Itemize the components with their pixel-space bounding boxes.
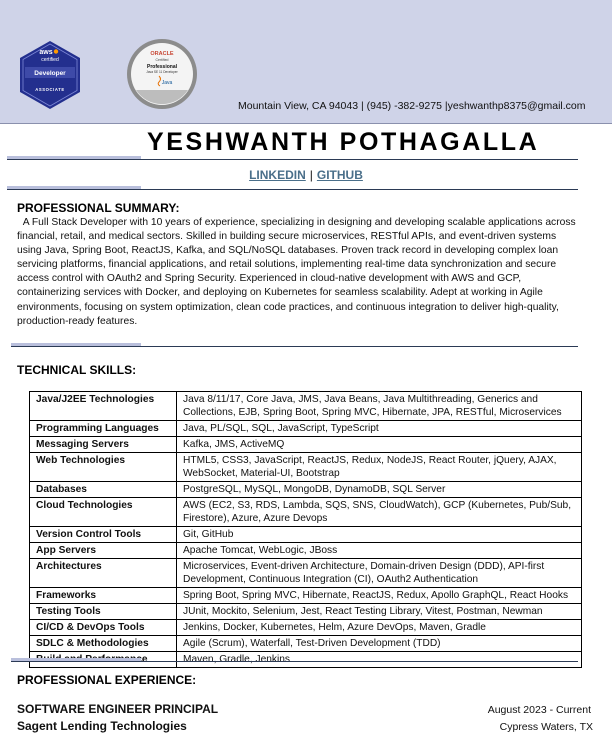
skills-row: Version Control Tools Git, GitHub: [29, 526, 582, 543]
skills-heading: TECHNICAL SKILLS:: [17, 363, 137, 377]
contact-line: Mountain View, CA 94043 | (945) -382-927…: [238, 100, 586, 112]
skill-values: Jenkins, Docker, Kubernetes, Helm, Azure…: [176, 619, 582, 636]
skill-category: CI/CD & DevOps Tools: [29, 619, 177, 636]
skill-values: Agile (Scrum), Waterfall, Test-Driven De…: [176, 635, 582, 652]
aws-certified-developer-badge: aws certified Developer ASSOCIATE: [20, 41, 80, 109]
aws-badge-level: ASSOCIATE: [35, 87, 65, 92]
skills-divider: [11, 661, 578, 662]
summary-heading: PROFESSIONAL SUMMARY:: [17, 201, 180, 215]
skills-row: App Servers Apache Tomcat, WebLogic, JBos…: [29, 542, 582, 559]
skills-row: Java/J2EE Technologies Java 8/11/17, Core…: [29, 391, 582, 421]
links-divider: [7, 189, 578, 190]
skill-values: Apache Tomcat, WebLogic, JBoss: [176, 542, 582, 559]
contact-location: Mountain View, CA 94043: [238, 100, 359, 112]
skill-category: Testing Tools: [29, 603, 177, 620]
skill-values: AWS (EC2, S3, RDS, Lambda, SQS, SNS, Clo…: [176, 497, 582, 527]
skills-table: Java/J2EE Technologies Java 8/11/17, Core…: [29, 391, 582, 668]
skill-category: Cloud Technologies: [29, 497, 177, 527]
job-title: SOFTWARE ENGINEER PRINCIPAL: [17, 702, 219, 716]
skill-values: Microservices, Event-driven Architecture…: [176, 558, 582, 588]
skills-row: Web Technologies HTML5, CSS3, JavaScript,…: [29, 452, 582, 482]
skill-category: Web Technologies: [29, 452, 177, 482]
skill-values: Java, PL/SQL, SQL, JavaScript, TypeScrip…: [176, 420, 582, 437]
skill-values: Spring Boot, Spring MVC, Hibernate, Reac…: [176, 587, 582, 604]
candidate-name: YESHWANTH POTHAGALLA: [147, 128, 540, 156]
contact-phone: (945) -382-9275: [366, 100, 442, 112]
skill-values: Kafka, JMS, ActiveMQ: [176, 436, 582, 453]
skills-row: SDLC & Methodologies Agile (Scrum), Water…: [29, 635, 582, 652]
skills-row: Databases PostgreSQL, MySQL, MongoDB, Dyn…: [29, 481, 582, 498]
skills-row: Cloud Technologies AWS (EC2, S3, RDS, Lam…: [29, 497, 582, 527]
skills-row: CI/CD & DevOps Tools Jenkins, Docker, Kub…: [29, 619, 582, 636]
links-separator: |: [309, 168, 313, 182]
aws-badge-role: Developer: [34, 70, 66, 77]
skill-category: App Servers: [29, 542, 177, 559]
contact-email[interactable]: yeshwanthp8375@gmail.com: [448, 100, 586, 112]
experience-heading: PROFESSIONAL EXPERIENCE:: [17, 673, 197, 687]
skills-row: Architectures Microservices, Event-driven…: [29, 558, 582, 588]
linkedin-link[interactable]: LINKEDIN: [249, 168, 306, 182]
job-date: August 2023 - Current: [487, 704, 591, 716]
aws-badge-brand: aws: [39, 49, 52, 56]
name-divider: [7, 159, 578, 160]
skill-category: Frameworks: [29, 587, 177, 604]
skill-category: Programming Languages: [29, 420, 177, 437]
oracle-badge-certified: Certified: [155, 58, 168, 62]
skills-row: Testing Tools JUnit, Mockito, Selenium, J…: [29, 603, 582, 620]
header-band: aws certified Developer ASSOCIATE ORACLE…: [0, 0, 612, 124]
oracle-badge-exam: Java SE 11 Developer: [146, 70, 178, 74]
skill-values: Git, GitHub: [176, 526, 582, 543]
profile-links: LINKEDIN | GITHUB: [0, 168, 612, 182]
job-location: Cypress Waters, TX: [499, 721, 593, 733]
oracle-badge-brand: ORACLE: [150, 51, 174, 57]
aws-badge-certified: certified: [41, 57, 59, 63]
skill-category: Architectures: [29, 558, 177, 588]
summary-text: A Full Stack Developer with 10 years of …: [17, 217, 576, 327]
skill-category: Messaging Servers: [29, 436, 177, 453]
skill-category: Version Control Tools: [29, 526, 177, 543]
summary-divider: [11, 346, 578, 347]
skill-category: Java/J2EE Technologies: [29, 391, 177, 421]
skills-row: Frameworks Spring Boot, Spring MVC, Hiber…: [29, 587, 582, 604]
skills-row: Messaging Servers Kafka, JMS, ActiveMQ: [29, 436, 582, 453]
oracle-badge-logo: Java: [162, 80, 173, 86]
skill-category: Databases: [29, 481, 177, 498]
skill-values: Maven, Gradle, Jenkins: [176, 651, 582, 668]
skill-values: JUnit, Mockito, Selenium, Jest, React Te…: [176, 603, 582, 620]
skill-values: PostgreSQL, MySQL, MongoDB, DynamoDB, SQ…: [176, 481, 582, 498]
skills-row: Programming Languages Java, PL/SQL, SQL, …: [29, 420, 582, 437]
oracle-java-certified-badge: ORACLE Certified Professional Java SE 11…: [127, 39, 197, 109]
job-company: Sagent Lending Technologies: [17, 719, 187, 733]
github-link[interactable]: GITHUB: [317, 168, 363, 182]
skill-values: Java 8/11/17, Core Java, JMS, Java Beans…: [176, 391, 582, 421]
skill-values: HTML5, CSS3, JavaScript, ReactJS, Redux,…: [176, 452, 582, 482]
skill-category: SDLC & Methodologies: [29, 635, 177, 652]
